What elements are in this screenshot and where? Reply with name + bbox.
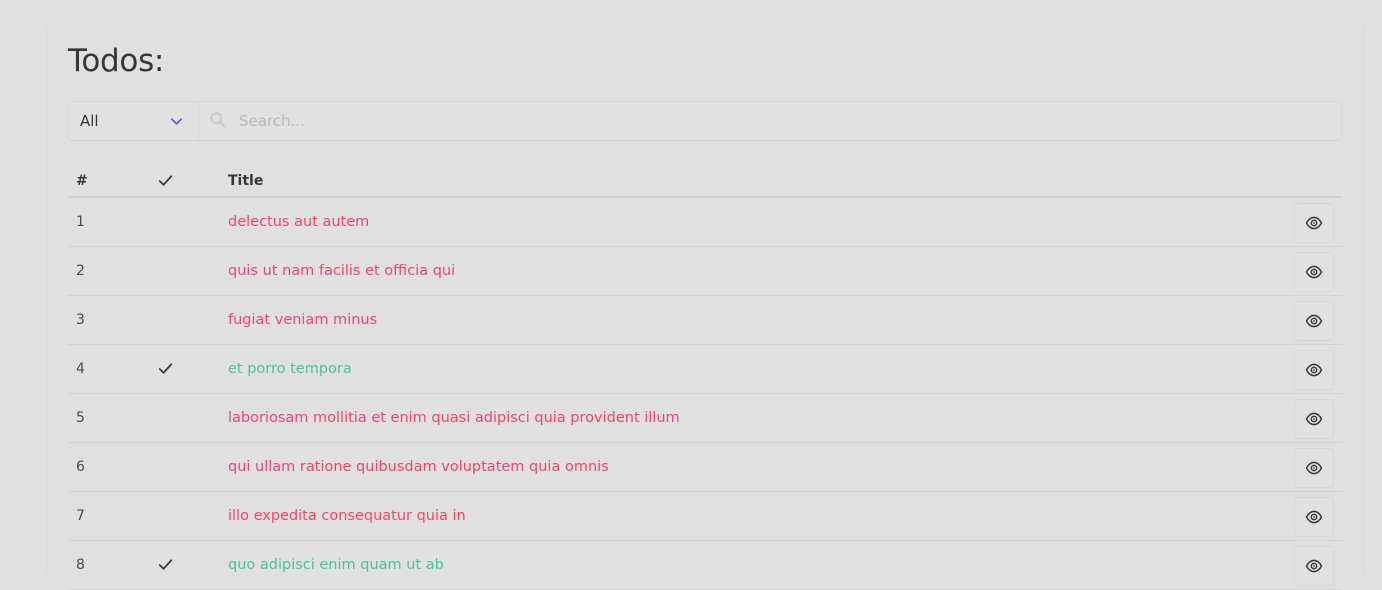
todo-id: 6	[76, 459, 85, 475]
table-row: 4 et porro tempora	[68, 345, 1342, 394]
todos-table: # Title 1 delectus aut autem 2 quis ut nam …	[68, 164, 1342, 590]
page-title: Todos:	[68, 43, 165, 79]
table-row: 1 delectus aut autem	[68, 198, 1342, 247]
view-todo-button[interactable]	[1294, 546, 1334, 586]
status-filter-value: All	[80, 112, 99, 130]
todo-id: 2	[76, 263, 85, 279]
status-filter-select[interactable]: All	[69, 102, 199, 140]
eye-icon	[1305, 363, 1323, 377]
eye-icon	[1305, 461, 1323, 475]
check-icon	[158, 363, 173, 374]
table-row: 3 fugiat veniam minus	[68, 296, 1342, 345]
search-input[interactable]	[199, 101, 1341, 141]
view-todo-button[interactable]	[1294, 448, 1334, 488]
table-body: 1 delectus aut autem 2 quis ut nam facilis …	[68, 198, 1342, 590]
column-header-title: Title	[228, 173, 264, 189]
column-header-number: #	[76, 173, 88, 189]
view-todo-button[interactable]	[1294, 252, 1334, 292]
todo-title-link[interactable]: illo expedita consequatur quia in	[228, 508, 466, 524]
view-todo-button[interactable]	[1294, 399, 1334, 439]
table-row: 5 laboriosam mollitia et enim quasi adipi…	[68, 394, 1342, 443]
check-icon	[158, 559, 173, 570]
eye-icon	[1305, 559, 1323, 573]
todo-id: 7	[76, 508, 85, 524]
table-row: 7 illo expedita consequatur quia in	[68, 492, 1342, 541]
chevron-down-icon	[171, 118, 182, 125]
eye-icon	[1305, 314, 1323, 328]
eye-icon	[1305, 265, 1323, 279]
view-todo-button[interactable]	[1294, 497, 1334, 537]
todo-id: 5	[76, 410, 85, 426]
table-header: # Title	[68, 164, 1342, 198]
view-todo-button[interactable]	[1294, 301, 1334, 341]
eye-icon	[1305, 216, 1323, 230]
search-icon	[210, 112, 226, 128]
todo-title-link[interactable]: quis ut nam facilis et officia qui	[228, 263, 455, 279]
todo-id: 3	[76, 312, 85, 328]
table-row: 6 qui ullam ratione quibusdam voluptatem …	[68, 443, 1342, 492]
todo-title-link[interactable]: delectus aut autem	[228, 214, 369, 230]
view-todo-button[interactable]	[1294, 203, 1334, 243]
todo-id: 1	[76, 214, 85, 230]
table-row: 2 quis ut nam facilis et officia qui	[68, 247, 1342, 296]
todo-title-link[interactable]: laboriosam mollitia et enim quasi adipis…	[228, 410, 680, 426]
check-icon	[158, 175, 173, 186]
eye-icon	[1305, 412, 1323, 426]
todo-title-link[interactable]: et porro tempora	[228, 361, 352, 377]
filter-bar: All	[68, 101, 1342, 141]
todo-title-link[interactable]: qui ullam ratione quibusdam voluptatem q…	[228, 459, 609, 475]
search-wrap	[199, 101, 1341, 141]
view-todo-button[interactable]	[1294, 350, 1334, 390]
todo-id: 8	[76, 557, 85, 573]
todo-id: 4	[76, 361, 85, 377]
todo-title-link[interactable]: fugiat veniam minus	[228, 312, 377, 328]
eye-icon	[1305, 510, 1323, 524]
table-row: 8 quo adipisci enim quam ut ab	[68, 541, 1342, 590]
todo-title-link[interactable]: quo adipisci enim quam ut ab	[228, 557, 444, 573]
